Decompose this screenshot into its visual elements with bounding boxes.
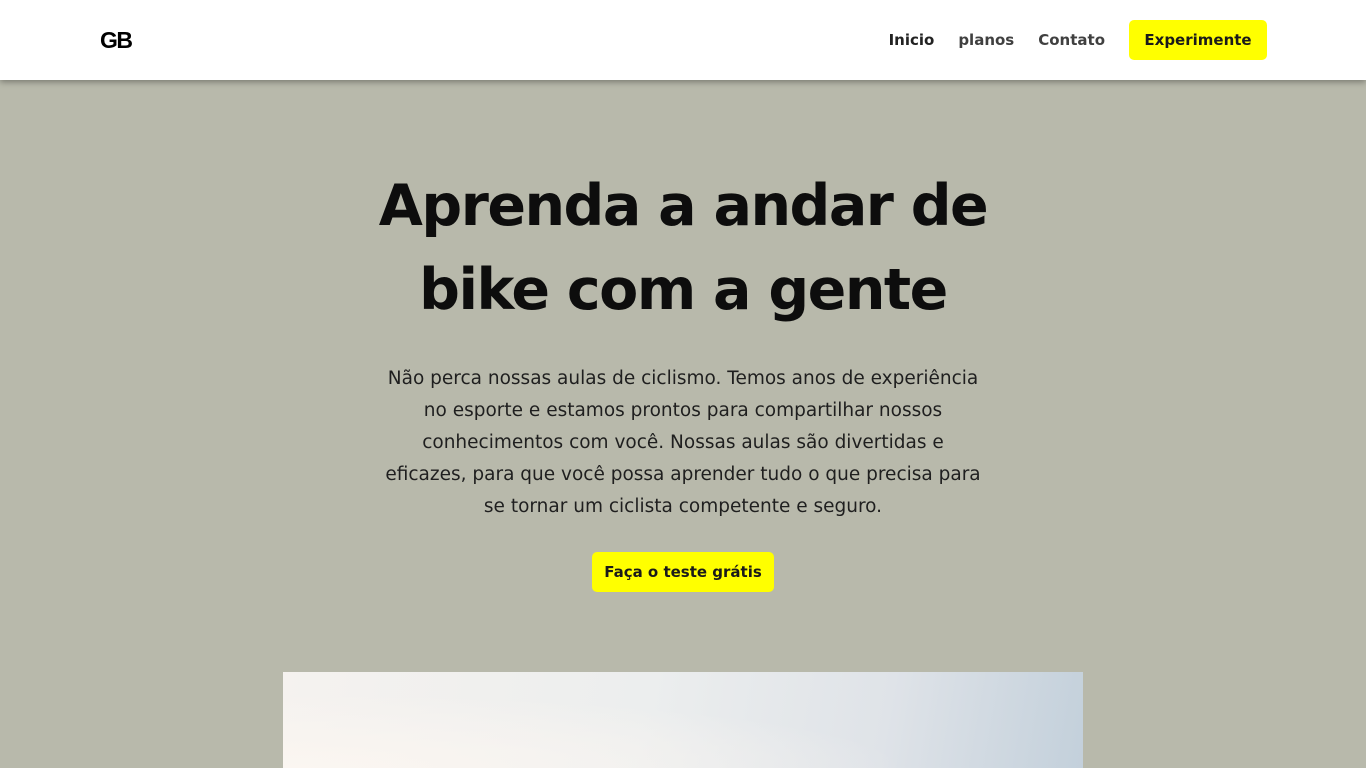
logo[interactable]: GB: [100, 26, 133, 54]
nav-link-inicio[interactable]: Inicio: [889, 31, 935, 49]
experimente-button[interactable]: Experimente: [1129, 20, 1267, 60]
nav-link-planos[interactable]: planos: [958, 31, 1014, 49]
hero-description: Não perca nossas aulas de ciclismo. Temo…: [385, 367, 981, 517]
free-trial-button[interactable]: Faça o teste grátis: [592, 552, 774, 592]
hero-image: [283, 672, 1083, 768]
site-header: GB Inicio planos Contato Experimente: [0, 0, 1366, 80]
hero-title: Aprenda a andar de bike com a gente: [378, 173, 989, 323]
nav-link-contato[interactable]: Contato: [1038, 31, 1105, 49]
main-nav: Inicio planos Contato Experimente: [889, 20, 1267, 60]
